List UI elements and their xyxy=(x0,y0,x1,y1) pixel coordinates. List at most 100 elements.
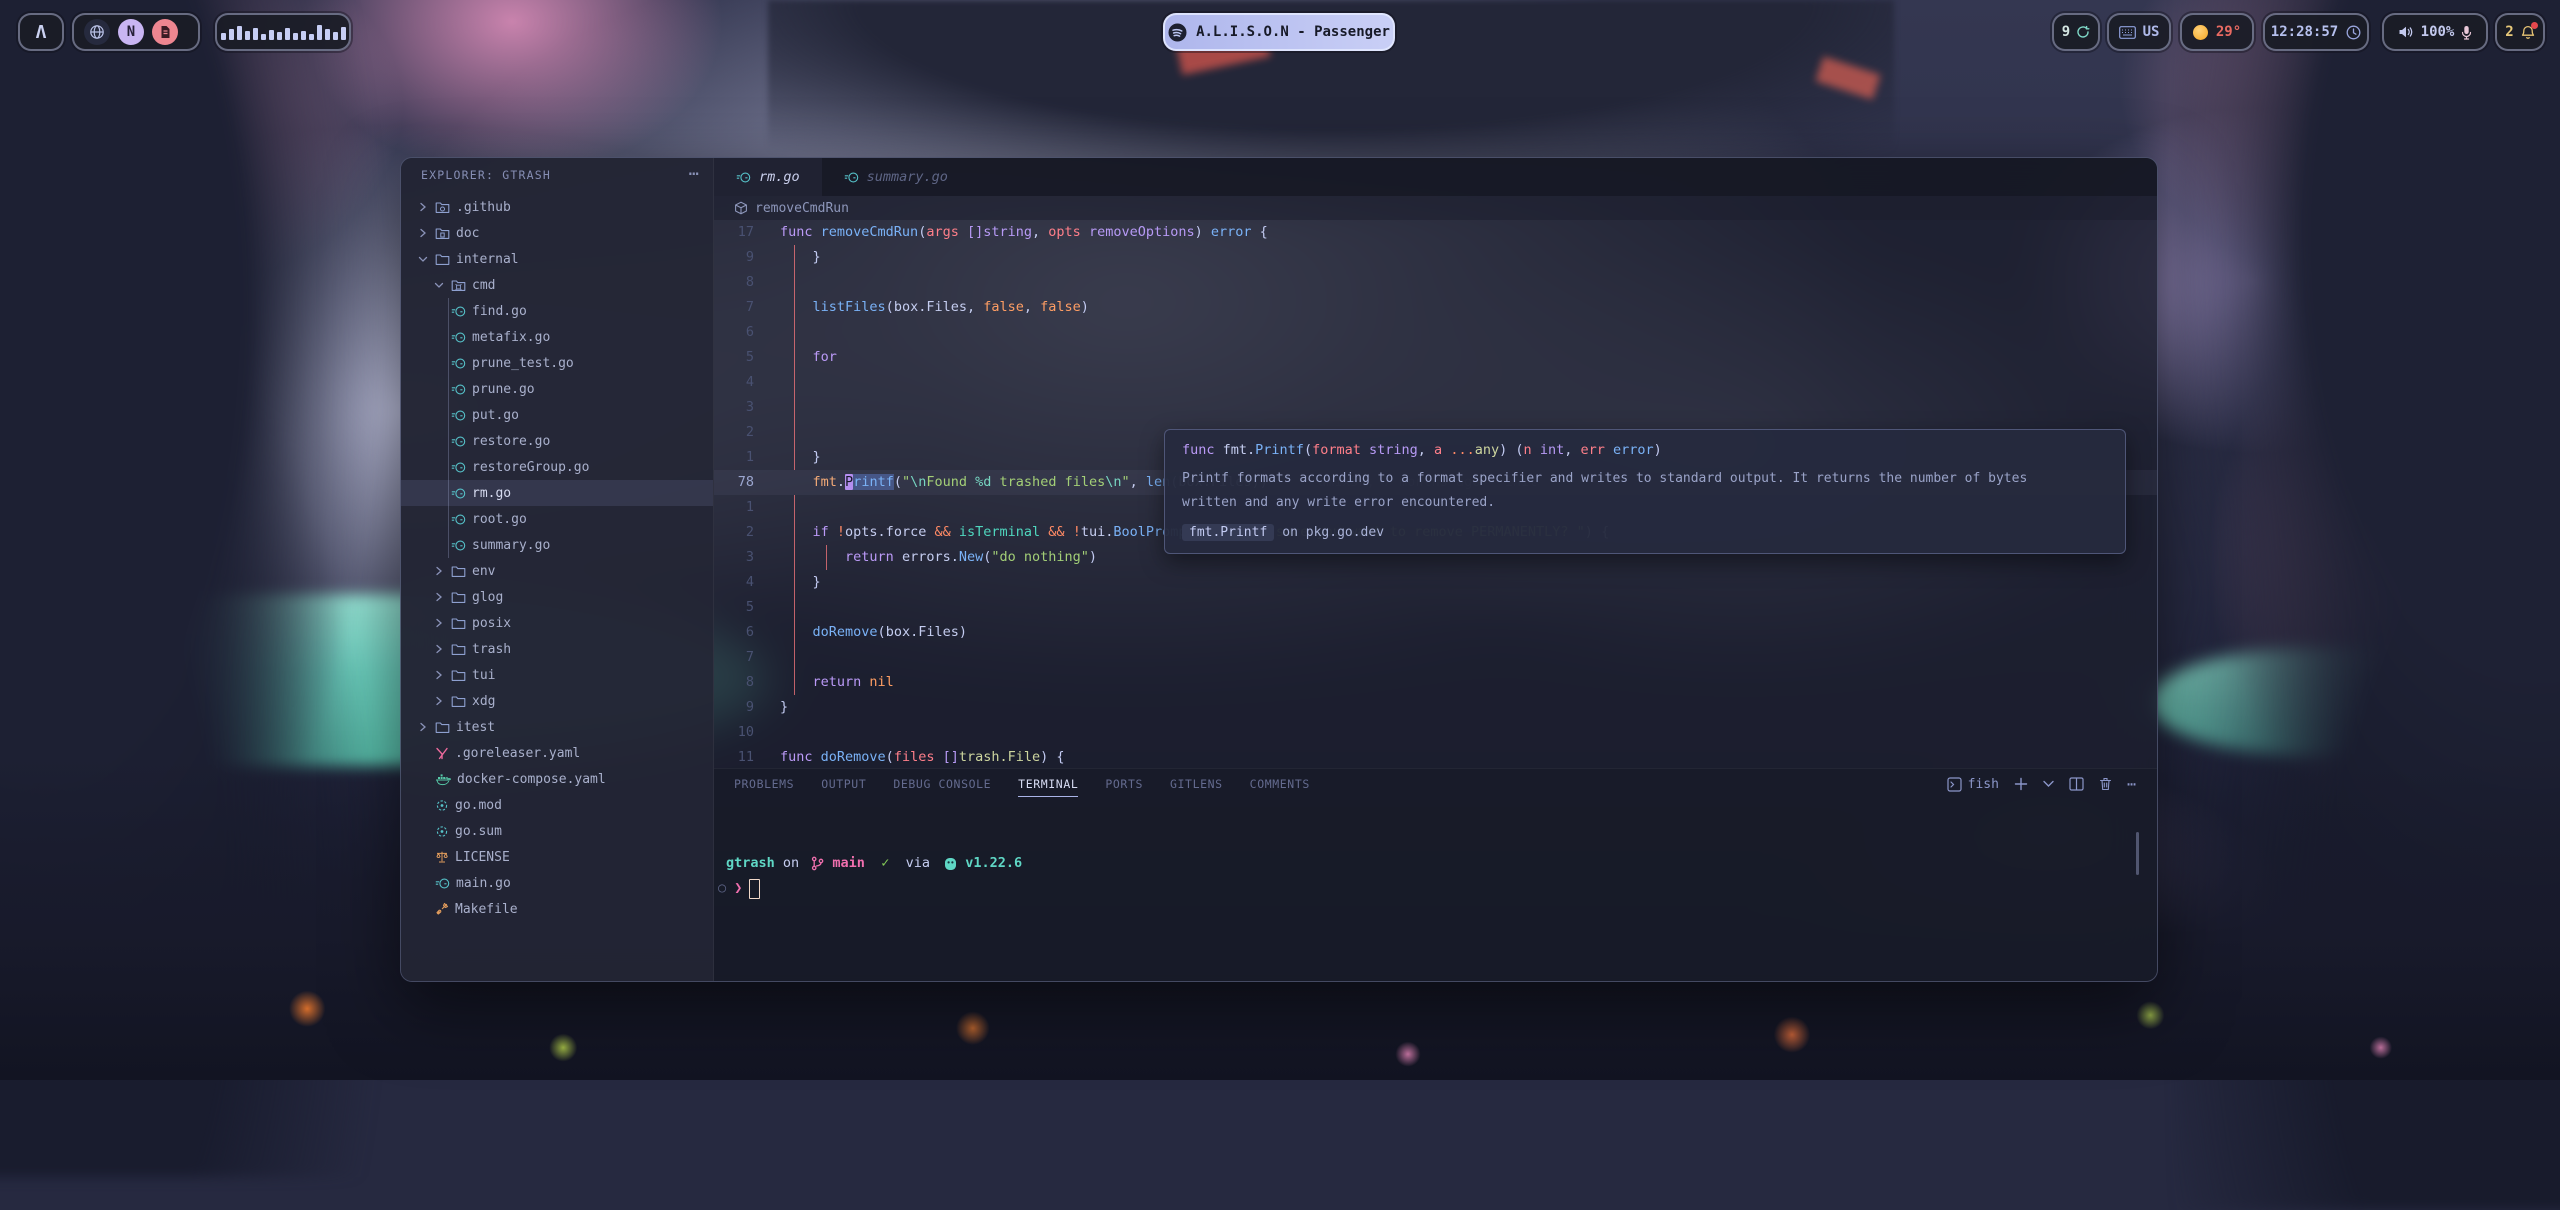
editor-tab-rm.go[interactable]: rm.go xyxy=(714,158,822,196)
keyboard-layout-pill[interactable]: US xyxy=(2107,13,2171,51)
code-line[interactable]: 11func doRemove(files []trash.File) { xyxy=(714,745,2157,770)
code-token xyxy=(1203,224,1211,240)
tree-item-label: root.go xyxy=(472,512,527,527)
chevron-right-icon xyxy=(417,721,429,733)
audio-pill[interactable]: 100% xyxy=(2382,13,2488,51)
panel-tab-gitlens[interactable]: GITLENS xyxy=(1170,773,1223,795)
tree-item-label: LICENSE xyxy=(455,850,510,865)
visualizer-bar xyxy=(309,34,314,40)
tree-item-trash[interactable]: trash xyxy=(401,636,713,662)
code-line[interactable]: 6 xyxy=(714,320,2157,345)
code-token: , xyxy=(1130,474,1146,490)
tree-item-go.sum[interactable]: go.sum xyxy=(401,818,713,844)
tree-item-doc[interactable]: doc xyxy=(401,220,713,246)
tree-item-LICENSE[interactable]: LICENSE xyxy=(401,844,713,870)
code-token xyxy=(780,299,813,315)
tree-item-Makefile[interactable]: Makefile xyxy=(401,896,713,922)
tree-item-label: Makefile xyxy=(455,902,518,917)
volume-label: 100% xyxy=(2421,24,2455,40)
panel-tab-comments[interactable]: COMMENTS xyxy=(1250,773,1310,795)
code-token: ( xyxy=(1304,442,1312,458)
panel-tab-terminal[interactable]: TERMINAL xyxy=(1018,773,1078,795)
code-line[interactable]: 17func removeCmdRun(args []string, opts … xyxy=(714,220,2157,245)
new-terminal-icon[interactable] xyxy=(2014,777,2028,791)
split-terminal-icon[interactable] xyxy=(2069,777,2084,791)
explorer-actions-icon[interactable]: ⋯ xyxy=(689,164,699,184)
shell-selector[interactable]: fish xyxy=(1947,777,1999,792)
terminal-scrollbar[interactable] xyxy=(2136,832,2139,875)
tree-item-main.go[interactable]: main.go xyxy=(401,870,713,896)
code-line[interactable]: 4 xyxy=(714,370,2157,395)
media-player-pill[interactable]: A.L.I.S.O.N - Passenger xyxy=(1163,13,1395,51)
code-token: ( xyxy=(886,299,894,315)
tree-item-.goreleaser.yaml[interactable]: .goreleaser.yaml xyxy=(401,740,713,766)
code-line[interactable]: 8 return nil xyxy=(714,670,2157,695)
code-token: %d xyxy=(975,474,991,490)
audio-visualizer-pill[interactable] xyxy=(215,13,351,51)
code-token xyxy=(951,524,959,540)
clock-pill[interactable]: 12:28:57 xyxy=(2263,13,2369,51)
breadcrumb[interactable]: removeCmdRun xyxy=(714,196,2157,220)
tree-item-.github[interactable]: .github xyxy=(401,194,713,220)
tree-item-posix[interactable]: posix xyxy=(401,610,713,636)
panel-more-actions-icon[interactable]: ⋯ xyxy=(2127,775,2137,793)
weather-pill[interactable]: 29° xyxy=(2180,13,2254,51)
code-line[interactable]: 9 } xyxy=(714,245,2157,270)
panel-tab-output[interactable]: OUTPUT xyxy=(821,773,866,795)
notifications-pill[interactable]: 2 xyxy=(2495,13,2545,51)
tree-item-label: tui xyxy=(472,668,495,683)
chevron-right-icon xyxy=(433,565,445,577)
panel-tab-debug-console[interactable]: DEBUG CONSOLE xyxy=(893,773,991,795)
chevron-down-icon[interactable] xyxy=(2043,780,2054,788)
tree-item-internal[interactable]: internal xyxy=(401,246,713,272)
code-line[interactable]: 7 listFiles(box.Files, false, false) xyxy=(714,295,2157,320)
tree-item-label: posix xyxy=(472,616,511,631)
notion-app-button[interactable]: N xyxy=(118,19,144,45)
tree-item-xdg[interactable]: xdg xyxy=(401,688,713,714)
code-line[interactable]: 3 xyxy=(714,395,2157,420)
shell-name: fish xyxy=(1968,777,1999,792)
tooltip-link-text[interactable]: on pkg.go.dev xyxy=(1282,525,1384,540)
tree-item-env[interactable]: env xyxy=(401,558,713,584)
tree-item-go.mod[interactable]: go.mod xyxy=(401,792,713,818)
launcher-pill[interactable]: Λ xyxy=(18,13,64,51)
code-line[interactable]: 10 xyxy=(714,720,2157,745)
code-line-text: listFiles(box.Files, false, false) xyxy=(754,295,1089,320)
editor-tab-summary.go[interactable]: summary.go xyxy=(822,158,970,196)
terminal-icon xyxy=(1947,777,1962,792)
code-line[interactable]: 5 xyxy=(714,595,2157,620)
code-line[interactable]: 7 xyxy=(714,645,2157,670)
visualizer-bars-icon xyxy=(221,24,346,40)
panel-tab-ports[interactable]: PORTS xyxy=(1105,773,1143,795)
tree-item-docker-compose.yaml[interactable]: docker-compose.yaml xyxy=(401,766,713,792)
code-line[interactable]: 6 doRemove(box.Files) xyxy=(714,620,2157,645)
go-mod-icon xyxy=(435,799,449,812)
terminal[interactable]: gtrash on main ✓ via v1.22.6 ○ ❯ xyxy=(714,815,2157,981)
tree-item-cmd[interactable]: cmd xyxy=(401,272,713,298)
updates-pill[interactable]: 9 xyxy=(2052,13,2100,51)
tree-item-glog[interactable]: glog xyxy=(401,584,713,610)
terminal-input-line[interactable]: ○ ❯ xyxy=(714,876,2157,901)
code-token: main xyxy=(824,851,865,876)
kill-terminal-trash-icon[interactable] xyxy=(2099,777,2112,791)
code-line[interactable]: 9} xyxy=(714,695,2157,720)
browser-app-button[interactable] xyxy=(84,19,110,45)
code-line[interactable]: 8 xyxy=(714,270,2157,295)
line-number: 11 xyxy=(714,745,754,770)
tree-item-label: trash xyxy=(472,642,511,657)
makefile-tool-icon xyxy=(435,902,449,916)
code-line[interactable]: 5 for xyxy=(714,345,2157,370)
line-number: 2 xyxy=(714,420,754,445)
tree-item-itest[interactable]: itest xyxy=(401,714,713,740)
document-app-button[interactable] xyxy=(152,19,178,45)
clock-time: 12:28:57 xyxy=(2271,24,2338,40)
code-line[interactable]: 4 } xyxy=(714,570,2157,595)
go-file-icon xyxy=(736,171,751,184)
tab-label: summary.go xyxy=(867,169,948,185)
panel-tab-problems[interactable]: PROBLEMS xyxy=(734,773,794,795)
code-line-text: return errors.New("do nothing") xyxy=(754,545,1097,570)
code-token xyxy=(1532,442,1540,458)
line-number: 3 xyxy=(714,545,754,570)
tree-item-tui[interactable]: tui xyxy=(401,662,713,688)
code-token: { xyxy=(1056,749,1064,765)
